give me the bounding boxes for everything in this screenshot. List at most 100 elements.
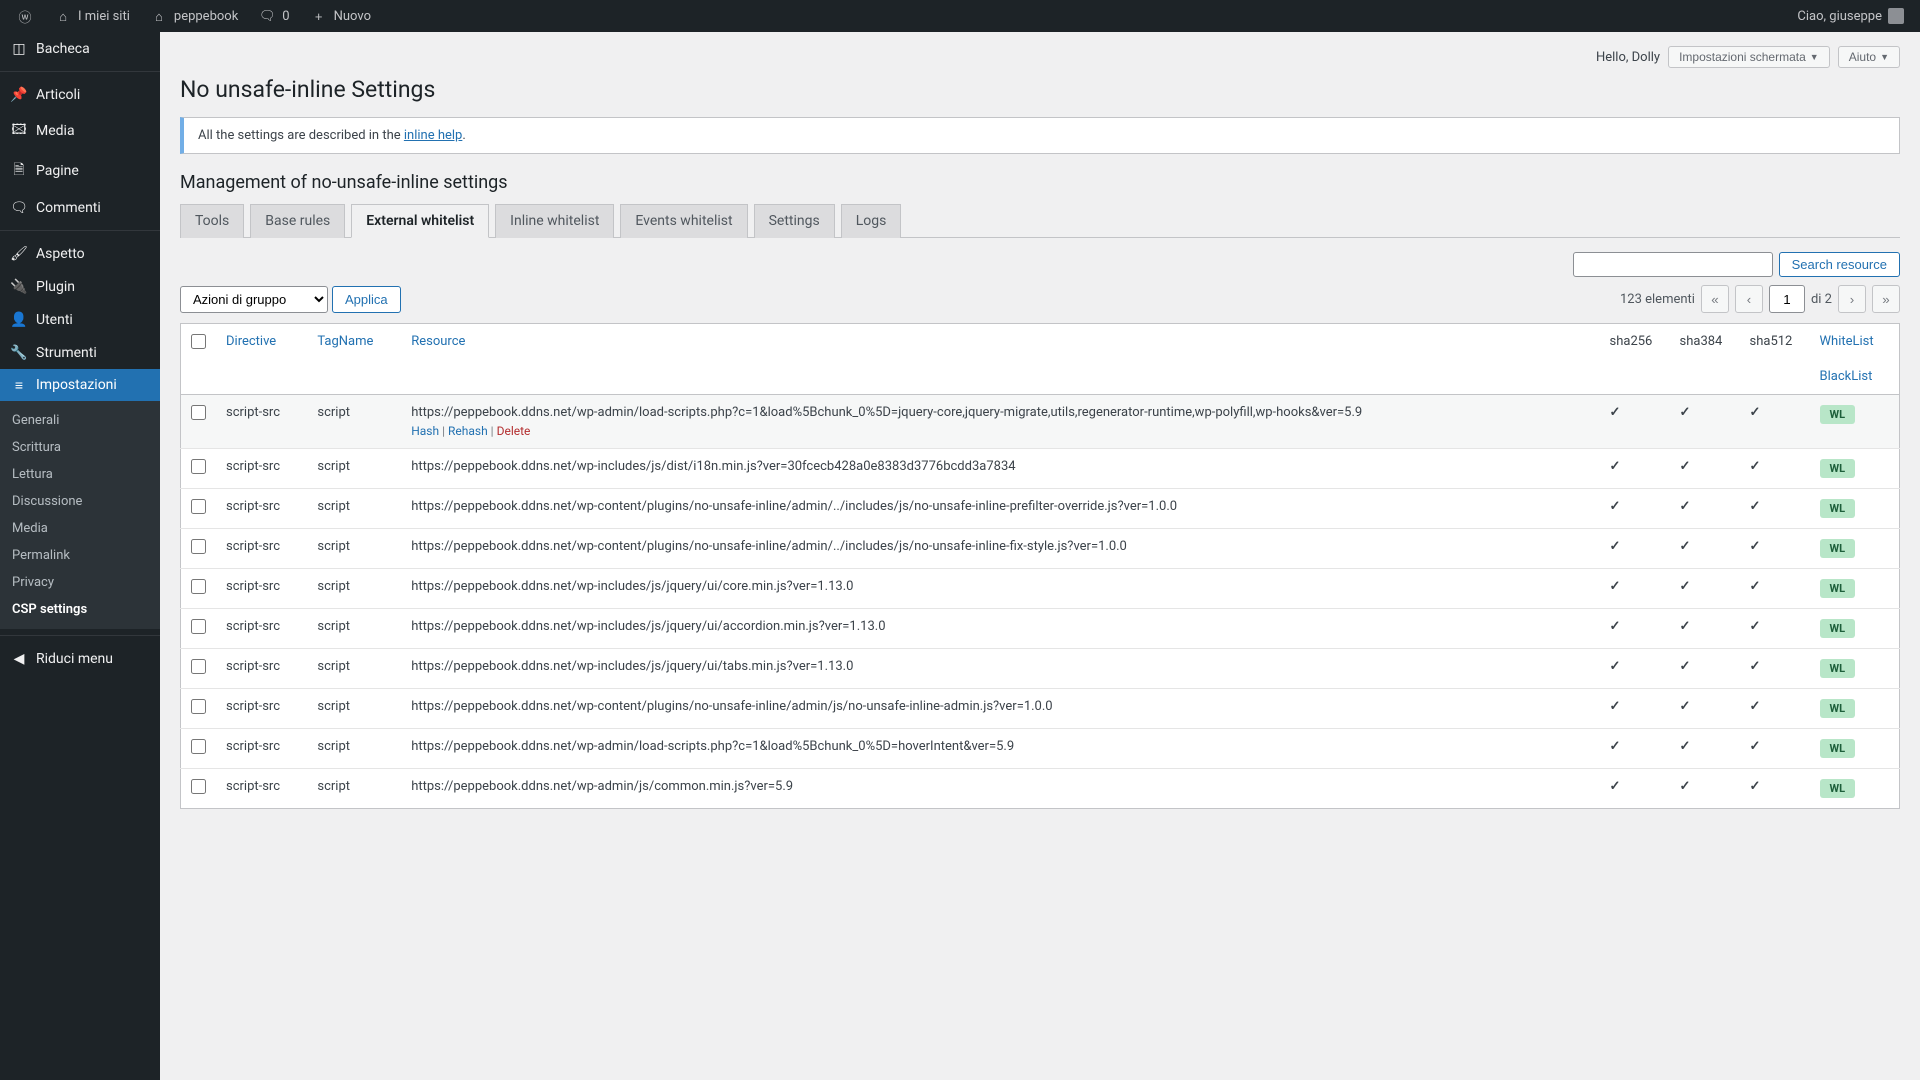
my-sites[interactable]: ⌂I miei siti (46, 0, 138, 32)
whitelist-badge[interactable]: WL (1820, 779, 1856, 798)
row-checkbox[interactable] (191, 539, 206, 554)
submenu-csp-settings[interactable]: CSP settings (0, 596, 160, 623)
plus-icon: + (310, 9, 328, 24)
menu-dashboard[interactable]: ◫Bacheca (0, 32, 160, 65)
menu-settings[interactable]: ≡Impostazioni (0, 369, 160, 401)
submenu-privacy[interactable]: Privacy (0, 569, 160, 596)
submenu-discussion[interactable]: Discussione (0, 488, 160, 515)
site-name-label: peppebook (174, 9, 238, 24)
whitelist-badge[interactable]: WL (1820, 579, 1856, 598)
page-of-text: di 2 (1811, 292, 1832, 307)
col-tagname[interactable]: TagName (317, 334, 373, 349)
comments-link[interactable]: 🗨0 (250, 0, 297, 32)
whitelist-badge[interactable]: WL (1820, 739, 1856, 758)
row-checkbox[interactable] (191, 779, 206, 794)
cell-resource: https://peppebook.ddns.net/wp-admin/js/c… (411, 779, 793, 794)
check-icon: ✓ (1680, 619, 1691, 634)
screen-options-button[interactable]: Impostazioni schermata▼ (1668, 46, 1830, 68)
help-button[interactable]: Aiuto▼ (1838, 46, 1900, 68)
collapse-menu[interactable]: ◀Riduci menu (0, 642, 160, 675)
pagination: 123 elementi « ‹ di 2 › » (1620, 285, 1900, 313)
row-checkbox[interactable] (191, 459, 206, 474)
whitelist-badge[interactable]: WL (1820, 499, 1856, 518)
home-icon: ⌂ (150, 9, 168, 24)
col-resource[interactable]: Resource (411, 334, 465, 349)
pin-icon: 📌 (10, 86, 28, 103)
check-icon: ✓ (1750, 659, 1761, 674)
cell-directive: script-src (216, 649, 307, 689)
row-checkbox[interactable] (191, 659, 206, 674)
cell-tagname: script (307, 569, 401, 609)
comment-icon: 🗨 (258, 8, 276, 24)
last-page-button[interactable]: » (1872, 285, 1900, 313)
whitelist-badge[interactable]: WL (1820, 619, 1856, 638)
new-content[interactable]: +Nuovo (302, 0, 379, 32)
items-count: 123 elementi (1620, 292, 1695, 307)
page-input[interactable] (1769, 285, 1805, 313)
hello-dolly: Hello, Dolly (1596, 50, 1660, 65)
first-page-button[interactable]: « (1701, 285, 1729, 313)
rehash-action[interactable]: Rehash (448, 424, 488, 438)
bulk-actions-select[interactable]: Azioni di gruppo (180, 286, 328, 313)
tab-tools[interactable]: Tools (180, 204, 244, 238)
whitelist-badge[interactable]: WL (1820, 659, 1856, 678)
menu-comments[interactable]: 🗨Commenti (0, 191, 160, 224)
check-icon: ✓ (1750, 619, 1761, 634)
tab-settings[interactable]: Settings (754, 204, 835, 238)
search-input[interactable] (1573, 252, 1773, 277)
whitelist-badge[interactable]: WL (1820, 459, 1856, 478)
tab-inline-whitelist[interactable]: Inline whitelist (495, 204, 614, 238)
tab-logs[interactable]: Logs (841, 204, 902, 238)
col-whitelist[interactable]: WhiteList (1820, 334, 1890, 349)
tab-events-whitelist[interactable]: Events whitelist (620, 204, 747, 238)
check-icon: ✓ (1680, 459, 1691, 474)
hash-action[interactable]: Hash (411, 424, 439, 438)
row-checkbox[interactable] (191, 739, 206, 754)
row-checkbox[interactable] (191, 579, 206, 594)
row-checkbox[interactable] (191, 499, 206, 514)
col-sha512: sha512 (1740, 324, 1810, 395)
col-blacklist[interactable]: BlackList (1820, 369, 1890, 384)
cell-resource: https://peppebook.ddns.net/wp-includes/j… (411, 579, 853, 594)
admin-sidebar: ◫Bacheca 📌Articoli 🖾Media 🗎Pagine 🗨Comme… (0, 32, 160, 1080)
submenu-reading[interactable]: Lettura (0, 461, 160, 488)
col-directive[interactable]: Directive (226, 334, 276, 349)
menu-media[interactable]: 🖾Media (0, 111, 160, 151)
whitelist-badge[interactable]: WL (1820, 699, 1856, 718)
row-checkbox[interactable] (191, 405, 206, 420)
search-resource-button[interactable]: Search resource (1779, 252, 1900, 277)
menu-posts[interactable]: 📌Articoli (0, 78, 160, 111)
menu-plugins[interactable]: 🔌Plugin (0, 270, 160, 303)
row-checkbox[interactable] (191, 619, 206, 634)
next-page-button[interactable]: › (1838, 285, 1866, 313)
whitelist-badge[interactable]: WL (1820, 539, 1856, 558)
tab-base-rules[interactable]: Base rules (250, 204, 345, 238)
table-row: script-src script https://peppebook.ddns… (181, 729, 1900, 769)
check-icon: ✓ (1680, 405, 1691, 420)
submenu-writing[interactable]: Scrittura (0, 434, 160, 461)
apply-button[interactable]: Applica (332, 286, 401, 313)
delete-action[interactable]: Delete (497, 424, 531, 438)
menu-users[interactable]: 👤Utenti (0, 303, 160, 336)
inline-help-link[interactable]: inline help (404, 128, 462, 143)
site-name[interactable]: ⌂ peppebook (142, 0, 246, 32)
select-all-checkbox[interactable] (191, 334, 206, 349)
whitelist-badge[interactable]: WL (1820, 405, 1856, 424)
cell-directive: script-src (216, 529, 307, 569)
tab-external-whitelist[interactable]: External whitelist (351, 204, 489, 238)
prev-page-button[interactable]: ‹ (1735, 285, 1763, 313)
col-sha384: sha384 (1670, 324, 1740, 395)
menu-pages[interactable]: 🗎Pagine (0, 151, 160, 191)
account-menu[interactable]: Ciao, giuseppe (1797, 8, 1912, 24)
menu-tools[interactable]: 🔧Strumenti (0, 336, 160, 369)
check-icon: ✓ (1610, 539, 1621, 554)
wordpress-icon: ⓦ (16, 7, 34, 26)
submenu-media[interactable]: Media (0, 515, 160, 542)
menu-appearance[interactable]: 🖌Aspetto (0, 237, 160, 270)
submenu-permalink[interactable]: Permalink (0, 542, 160, 569)
check-icon: ✓ (1750, 779, 1761, 794)
wp-logo[interactable]: ⓦ (8, 0, 42, 32)
submenu-general[interactable]: Generali (0, 407, 160, 434)
cell-resource: https://peppebook.ddns.net/wp-content/pl… (411, 699, 1052, 714)
row-checkbox[interactable] (191, 699, 206, 714)
